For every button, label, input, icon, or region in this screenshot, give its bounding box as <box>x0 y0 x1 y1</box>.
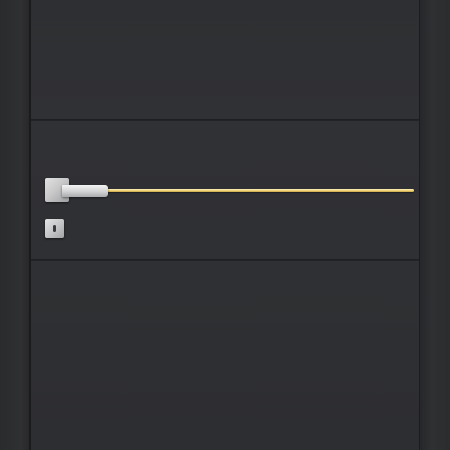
door-scene <box>0 0 450 450</box>
door-handle-icon[interactable] <box>62 185 108 197</box>
gold-inlay-strip <box>106 189 414 192</box>
keyhole-icon <box>53 225 56 232</box>
door-hardware <box>0 0 450 450</box>
